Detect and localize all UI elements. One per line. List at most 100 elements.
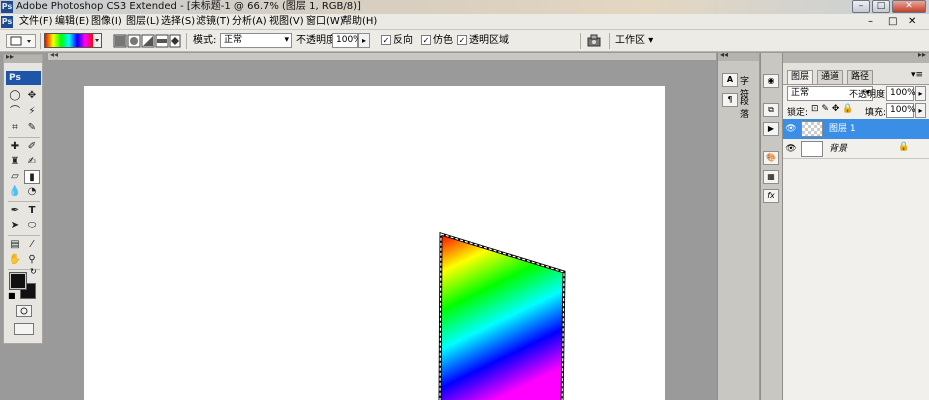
notes-tool-icon[interactable]: ▤ [7, 238, 23, 252]
eye-icon[interactable]: 👁 [785, 143, 797, 155]
blur-tool-icon[interactable]: 💧 [7, 185, 23, 199]
menu-edit[interactable]: 编辑(E) [55, 14, 89, 30]
eyedropper-tool-icon[interactable]: ⁄ [24, 238, 40, 252]
clone-stamp-tool-icon[interactable]: ♜ [7, 155, 23, 169]
history-icon[interactable]: ⧉ [763, 103, 779, 117]
paragraph-panel-button[interactable]: ¶ 段落 [722, 91, 756, 120]
tab-channels[interactable]: 通道 [817, 70, 844, 84]
actions-icon[interactable]: ▶ [763, 122, 779, 136]
angle-gradient-button[interactable] [141, 34, 155, 48]
menu-view[interactable]: 视图(V) [269, 14, 304, 30]
styles-icon[interactable]: fx [763, 189, 779, 203]
path-selection-tool-icon[interactable]: ➤ [7, 219, 23, 233]
menu-window[interactable]: 窗口(W) [306, 14, 344, 30]
character-panel-button[interactable]: A 字符 [722, 71, 756, 100]
marquee-tool-icon[interactable]: ◯ [7, 89, 23, 103]
layer-opacity-label: 不透明度: [849, 90, 889, 100]
reverse-checkbox[interactable]: ✓ [381, 35, 391, 45]
rainbow-gradient-fill [438, 231, 566, 400]
doc-close-button[interactable]: ✕ [908, 14, 916, 30]
lock-label: 锁定: [787, 108, 809, 118]
crop-tool-icon[interactable]: ⌗ [7, 121, 23, 135]
gradient-picker[interactable] [44, 33, 102, 48]
document-canvas[interactable] [84, 86, 665, 400]
expand-icon[interactable]: ◂◂ [720, 50, 728, 59]
collapse-icon[interactable]: ▸▸ [918, 50, 926, 59]
foreground-color-swatch[interactable] [9, 272, 27, 290]
default-colors-icon[interactable]: ■ [8, 291, 16, 300]
minimize-button[interactable]: – [852, 0, 870, 13]
type-tool-icon[interactable]: T [24, 204, 40, 218]
eye-icon[interactable]: 👁 [785, 123, 797, 135]
layer-opacity-dropdown[interactable]: ▸ [915, 86, 926, 101]
slice-tool-icon[interactable]: ✎ [24, 121, 40, 135]
pen-tool-icon[interactable]: ✒ [7, 204, 23, 218]
healing-brush-tool-icon[interactable]: ✚ [7, 140, 23, 154]
menu-file[interactable]: 文件(F) [19, 14, 53, 30]
menu-select[interactable]: 选择(S) [161, 14, 195, 30]
tab-layers[interactable]: 图层 [787, 70, 814, 84]
swap-colors-icon[interactable]: ↻ [30, 267, 37, 276]
bridge-icon[interactable] [586, 34, 604, 48]
close-button[interactable]: ✕ [892, 0, 926, 13]
gradient-shape[interactable] [84, 86, 665, 400]
collapse-icon[interactable]: ◂◂ [50, 50, 58, 59]
zoom-tool-icon[interactable]: ⚲ [24, 253, 40, 267]
dither-checkbox[interactable]: ✓ [421, 35, 431, 45]
menu-help[interactable]: 帮助(H) [342, 14, 377, 30]
panel-menu-icon[interactable]: ▾≡ [911, 70, 923, 80]
tab-paths[interactable]: 路径 [847, 70, 874, 84]
doc-minimize-button[interactable]: – [868, 14, 873, 30]
swatches-icon[interactable]: ▦ [763, 170, 779, 184]
toolbox-panel: ▸▸ Ps ◯ ✥ ⌒ ⚡ ⌗ ✎ ✚ ✐ ♜ ✍ ▱ ▮ 💧 ◔ ✒ T ➤ … [3, 52, 43, 344]
panel-grip[interactable]: ▸▸ [783, 50, 929, 63]
fill-input[interactable]: 100% [886, 103, 916, 118]
history-brush-tool-icon[interactable]: ✍ [24, 155, 40, 169]
lasso-tool-icon[interactable]: ⌒ [7, 105, 23, 119]
shape-tool-icon[interactable]: ⬭ [24, 219, 40, 233]
navigator-icon[interactable]: ◉ [763, 74, 779, 88]
layer-row-background[interactable]: 👁 背景 🔒 [783, 139, 929, 159]
magic-wand-tool-icon[interactable]: ⚡ [24, 105, 40, 119]
toolbox-grip[interactable]: ▸▸ [4, 52, 42, 63]
screen-mode-icon[interactable] [14, 323, 34, 335]
fill-dropdown[interactable]: ▸ [915, 103, 926, 118]
menu-layer[interactable]: 图层(L) [126, 14, 159, 30]
linear-gradient-button[interactable] [113, 34, 127, 48]
layer-row-1[interactable]: 👁 图层 1 [783, 119, 929, 139]
menu-filter[interactable]: 滤镜(T) [196, 14, 230, 30]
layer-opacity-input[interactable]: 100% [886, 86, 916, 101]
color-icon[interactable]: 🎨 [763, 151, 779, 165]
transparency-checkbox[interactable]: ✓ [457, 35, 467, 45]
maximize-button[interactable]: □ [872, 0, 890, 13]
dock-grip[interactable]: ◂◂ [718, 50, 759, 61]
separator [580, 33, 581, 49]
opacity-input[interactable]: 100% [332, 33, 362, 48]
layer-thumbnail [801, 121, 823, 137]
tool-preset-picker[interactable] [6, 34, 36, 48]
menu-image[interactable]: 图像(I) [91, 14, 122, 30]
radial-gradient-button[interactable] [127, 34, 141, 48]
reflected-gradient-button[interactable] [155, 34, 169, 48]
lock-all-icon[interactable]: 🔒 [842, 104, 853, 114]
workspace-button[interactable]: 工作区 ▾ [615, 30, 653, 52]
menu-analysis[interactable]: 分析(A) [232, 14, 267, 30]
gradient-tool-icon[interactable]: ▮ [24, 170, 40, 184]
quick-mask-icon[interactable] [16, 305, 32, 317]
lock-transparency-icon[interactable]: ⊡ [811, 104, 819, 114]
mode-select[interactable]: 正常 ▾ [220, 33, 292, 48]
lock-pixels-icon[interactable]: ✎ [821, 104, 829, 114]
lock-position-icon[interactable]: ✥ [832, 104, 840, 114]
ps-logo[interactable]: Ps [6, 71, 41, 85]
opacity-dropdown-button[interactable]: ▸ [358, 33, 370, 48]
dither-label: 仿色 [433, 35, 453, 46]
diamond-gradient-button[interactable] [169, 34, 181, 48]
move-tool-icon[interactable]: ✥ [24, 89, 40, 103]
doc-restore-button[interactable]: □ [888, 14, 897, 30]
dodge-tool-icon[interactable]: ◔ [24, 185, 40, 199]
brush-tool-icon[interactable]: ✐ [24, 140, 40, 154]
expand-icon[interactable]: ▸▸ [6, 52, 14, 61]
dock-character-paragraph: ◂◂ A 字符 ¶ 段落 [717, 50, 759, 400]
hand-tool-icon[interactable]: ✋ [7, 253, 23, 267]
eraser-tool-icon[interactable]: ▱ [7, 170, 23, 184]
